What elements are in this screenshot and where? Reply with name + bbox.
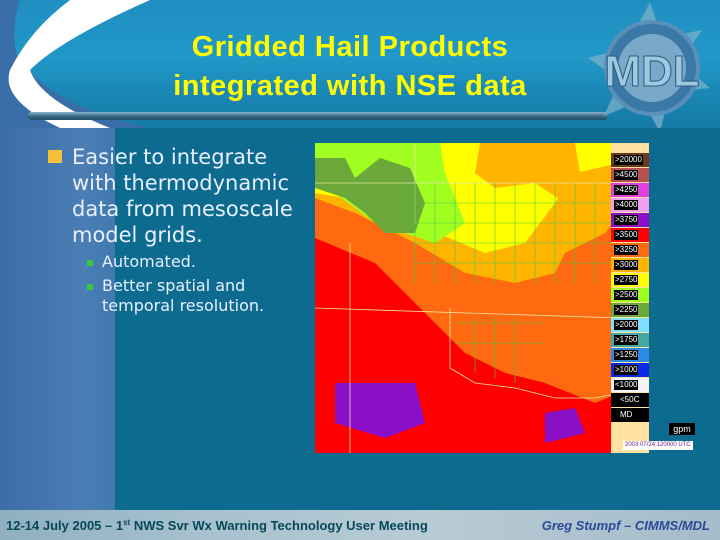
legend-item: >2250 bbox=[611, 303, 649, 317]
main-bullet-text: Easier to integrate with thermodynamic d… bbox=[72, 145, 293, 247]
legend-item: >1250 bbox=[611, 348, 649, 362]
legend-label: >2250 bbox=[614, 305, 639, 315]
hail-map bbox=[315, 143, 620, 453]
legend-item: >3250 bbox=[611, 243, 649, 257]
legend-item: MD bbox=[611, 408, 649, 422]
legend-label: >3750 bbox=[614, 215, 639, 225]
map-timestamp: 2003 07/24 120000 UTC bbox=[623, 441, 693, 450]
legend-label: >3000 bbox=[614, 260, 639, 270]
legend-item: >20000 bbox=[611, 153, 649, 167]
slide-title: Gridded Hail Products integrated with NS… bbox=[120, 28, 580, 106]
legend-label: >2500 bbox=[614, 290, 639, 300]
sub-bullet-icon bbox=[87, 260, 93, 266]
legend-item: >4000 bbox=[611, 198, 649, 212]
legend-item: <1000 bbox=[611, 378, 649, 392]
legend-item: >2750 bbox=[611, 273, 649, 287]
sub-bullet-text: Automated. bbox=[102, 252, 196, 271]
legend-label: >20000 bbox=[614, 155, 643, 165]
bullet-square-icon bbox=[48, 150, 62, 163]
legend-label: >1250 bbox=[614, 350, 639, 360]
legend-item: <50C bbox=[611, 393, 649, 407]
legend-label: >1000 bbox=[614, 365, 639, 375]
legend-item: >2500 bbox=[611, 288, 649, 302]
legend-label: MD bbox=[620, 410, 633, 419]
legend-label: >2000 bbox=[614, 320, 639, 330]
legend-label: >3500 bbox=[614, 230, 639, 240]
sub-bullet-text: Better spatial and temporal resolution. bbox=[102, 276, 265, 315]
title-line-2: integrated with NSE data bbox=[173, 70, 527, 102]
footer-left-suffix: NWS Svr Wx Warning Technology User Meeti… bbox=[130, 518, 428, 533]
legend-label: >4500 bbox=[614, 170, 639, 180]
sub-bullet-icon bbox=[87, 284, 93, 290]
legend-label: >4250 bbox=[614, 185, 639, 195]
title-line-1: Gridded Hail Products bbox=[191, 31, 509, 63]
legend-item: >4250 bbox=[611, 183, 649, 197]
footer-left-prefix: 12-14 July 2005 – 1 bbox=[6, 518, 124, 533]
footer-meeting-info: 12-14 July 2005 – 1st NWS Svr Wx Warning… bbox=[6, 518, 428, 534]
legend-label: >4000 bbox=[614, 200, 639, 210]
legend-item: >4500 bbox=[611, 168, 649, 182]
legend-item: >1000 bbox=[611, 363, 649, 377]
legend-item: >3000 bbox=[611, 258, 649, 272]
legend-item: >2000 bbox=[611, 318, 649, 332]
legend-label: >2750 bbox=[614, 275, 639, 285]
legend-label: <1000 bbox=[614, 380, 639, 390]
legend-label: >3250 bbox=[614, 245, 639, 255]
mdl-logo: MDL bbox=[588, 2, 710, 132]
footer-author: Greg Stumpf – CIMMS/MDL bbox=[541, 518, 710, 533]
map-legend: >20000 >4500 >4250 >4000 >3750 >3500 >3250 >300… bbox=[611, 143, 649, 453]
logo-text: MDL bbox=[604, 47, 699, 96]
legend-item: >3500 bbox=[611, 228, 649, 242]
header-divider bbox=[28, 112, 608, 120]
legend-item: >1750 bbox=[611, 333, 649, 347]
legend-label: >1750 bbox=[614, 335, 639, 345]
legend-label: <50C bbox=[620, 395, 640, 404]
units-label: gpm bbox=[669, 423, 695, 435]
legend-item: >3750 bbox=[611, 213, 649, 227]
